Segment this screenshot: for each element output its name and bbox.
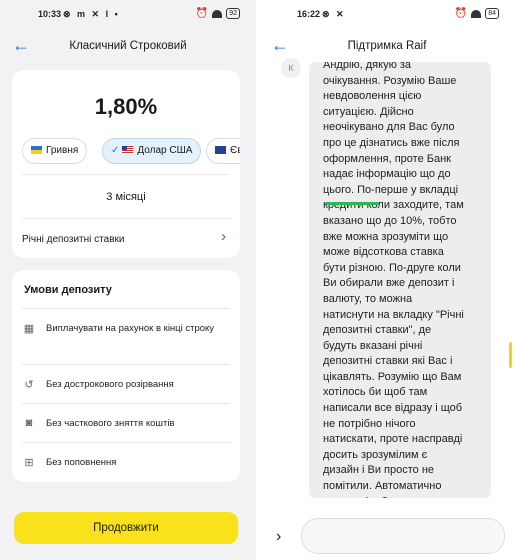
condition-text: Без дострокового розірвання [46,379,174,390]
add-card-icon: ⊞ [24,457,34,469]
divider [22,364,230,365]
chevron-right-icon[interactable]: › [221,228,226,245]
annual-rates-link[interactable]: Річні депозитні ставки [22,234,124,245]
deposit-rate: 1,80% [94,94,158,119]
text-highlight-underline [325,202,379,205]
cash-icon: ◙ [25,417,33,429]
condition-item: ⊞ Без поповнення [22,454,230,474]
conditions-title: Умови депозиту [24,284,112,296]
currency-chip-eur[interactable]: Євр [206,138,240,164]
condition-item: ↺ Без дострокового розірвання [22,376,230,396]
condition-text: Без часткового зняття коштів [46,418,175,429]
left-screen: 10:33 ⊗ m ✕ l • ⏰ 92 ← Класичний Строков… [0,0,256,560]
app-header: ← Класичний Строковий [0,30,256,62]
condition-text: Без поповнення [46,457,117,468]
continue-button[interactable]: Продовжити [14,512,238,544]
app-header: ← Підтримка Raif [259,30,515,62]
condition-item: ◙ Без часткового зняття коштів [22,415,230,435]
history-icon: ↺ [24,379,34,391]
currency-label: Долар США [137,145,193,156]
check-icon: ✓ [111,145,120,156]
page-title: Класичний Строковий [69,40,187,52]
usa-flag-icon [122,146,134,154]
divider [22,308,230,309]
ukraine-flag-icon [31,146,42,154]
currency-chip-uah[interactable]: Гривня [22,138,88,164]
eu-flag-icon [215,146,226,154]
status-bar: 10:33 ⊗ m ✕ l • ⏰ 92 [0,0,256,30]
chat-message-bubble: Андрію, дякую за очікування. Розумію Ваш… [309,62,491,498]
notification-icons: ⊗ ✕ [322,9,346,19]
chevron-right-icon[interactable]: › [276,528,281,546]
status-right: ⏰ 84 [455,8,499,19]
message-input[interactable] [301,518,505,554]
condition-text: Виплачувати на рахунок в кінці строку [46,323,215,334]
avatar: К [281,58,301,78]
status-bar: 16:22 ⊗ ✕ ⏰ 84 [259,0,515,30]
currency-label: Євр [230,145,240,156]
status-time: 10:33 [38,9,62,19]
currency-label: Гривня [46,145,79,156]
notification-icons: ⊗ m ✕ l • [63,9,120,19]
alarm-icon: ⏰ [454,8,468,19]
calendar-icon: ▦ [23,323,35,335]
condition-item: ▦ Виплачувати на рахунок в кінці строку [22,320,230,356]
battery-icon: 84 [485,8,499,19]
wifi-icon [471,9,482,18]
divider [22,403,230,404]
status-time: 16:22 [297,9,321,19]
right-screen: 16:22 ⊗ ✕ ⏰ 84 ← Підтримка Raif К Андрію… [259,0,515,560]
alarm-icon: ⏰ [195,8,209,19]
chat-message-text: Андрію, дякую за очікування. Розумію Ваш… [323,62,464,498]
currency-chip-usd[interactable]: ✓ Долар США [102,138,202,164]
divider [22,218,230,219]
divider [22,442,230,443]
scrollbar[interactable] [509,342,512,368]
term-label[interactable]: 3 місяці [12,191,240,203]
rate-card: 1,80% Гривня ✓ Долар США Євр 3 місяці Річ… [12,70,240,258]
conditions-card: Умови депозиту ▦ Виплачувати на рахунок … [12,270,240,482]
wifi-icon [212,9,223,18]
battery-icon: 92 [226,8,240,19]
divider [22,174,230,175]
status-right: ⏰ 92 [196,8,240,19]
currency-selector: Гривня ✓ Долар США Євр [22,138,240,164]
page-title: Підтримка Raif [347,40,427,52]
